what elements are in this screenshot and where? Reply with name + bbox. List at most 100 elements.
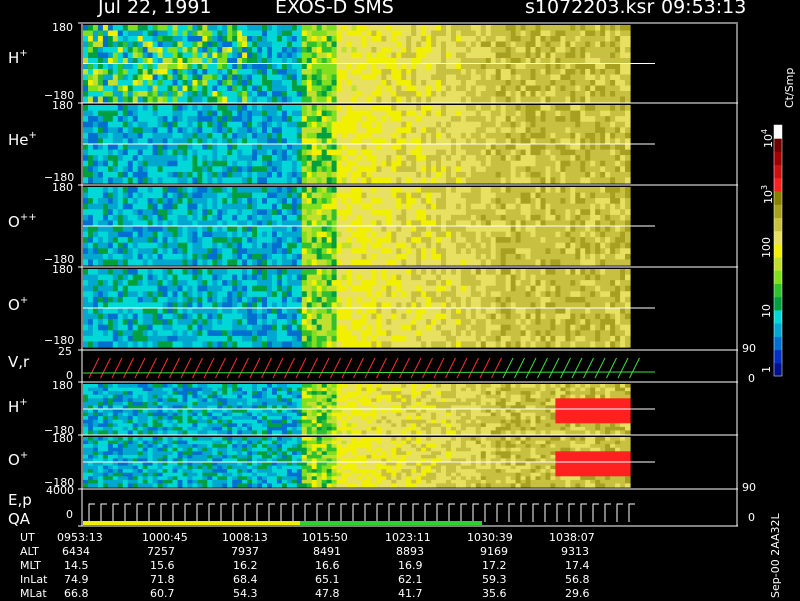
spectrogram-cell xyxy=(406,53,412,59)
spectrogram-cell xyxy=(192,215,198,221)
spectrogram-cell xyxy=(83,150,89,156)
spectrogram-cell xyxy=(391,166,397,172)
spectrogram-cell xyxy=(376,127,382,133)
spectrogram-cell xyxy=(371,177,377,183)
spectrogram-cell xyxy=(123,275,129,281)
spectrogram-cell xyxy=(287,42,293,48)
spectrogram-cell xyxy=(625,161,631,167)
spectrogram-cell xyxy=(426,237,432,243)
spectrogram-cell xyxy=(486,53,492,59)
spectrogram-cell xyxy=(466,204,472,210)
spectrogram-cell xyxy=(555,91,561,97)
spectrogram-cell xyxy=(476,111,482,117)
spectrogram-cell xyxy=(486,150,492,156)
spectrogram-cell xyxy=(168,127,174,133)
spectrogram-cell xyxy=(108,105,114,111)
spectrogram-cell xyxy=(307,36,313,42)
spectrogram-cell xyxy=(565,64,571,70)
spectrogram-cell xyxy=(570,64,576,70)
spectrogram-cell xyxy=(347,69,353,75)
spectrogram-cell xyxy=(580,31,586,37)
spectrogram-cell xyxy=(202,31,208,37)
spectrogram-cell xyxy=(550,259,556,265)
spectrogram-cell xyxy=(183,42,189,48)
spectrogram-cell xyxy=(88,155,94,161)
spectrogram-cell xyxy=(625,86,631,92)
spectrogram-cell xyxy=(471,122,477,128)
spectrogram-cell xyxy=(232,155,238,161)
spectrogram-cell xyxy=(173,254,179,260)
spectrogram-cell xyxy=(486,259,492,265)
spectrogram-cell xyxy=(173,53,179,59)
spectrogram-cell xyxy=(352,144,358,150)
spectrogram-cell xyxy=(148,64,154,70)
spectrogram-cell xyxy=(187,47,193,53)
spectrogram-cell xyxy=(103,42,109,48)
spectrogram-cell xyxy=(555,75,561,81)
spectrogram-cell xyxy=(297,25,303,31)
spectrogram-cell xyxy=(625,36,631,42)
spectrogram-cell xyxy=(526,161,532,167)
spectrogram-cell xyxy=(93,259,99,265)
spectrogram-cell xyxy=(322,237,328,243)
spectrogram-cell xyxy=(173,155,179,161)
spectrogram-cell xyxy=(376,86,382,92)
spectrogram-cell xyxy=(183,259,189,265)
spectrogram-cell xyxy=(511,127,517,133)
spectrogram-cell xyxy=(416,150,422,156)
spectrogram-cell xyxy=(371,172,377,178)
spectrogram-cell xyxy=(550,198,556,204)
spectrogram-cell xyxy=(625,237,631,243)
spectrogram-cell xyxy=(202,155,208,161)
spectrogram-cell xyxy=(227,122,233,128)
spectrogram-cell xyxy=(178,116,184,122)
spectrogram-cell xyxy=(192,80,198,86)
spectrogram-cell xyxy=(297,155,303,161)
spectrogram-cell xyxy=(506,122,512,128)
spectrogram-cell xyxy=(292,53,298,59)
spectrogram-cell xyxy=(446,166,452,172)
spectrogram-cell xyxy=(173,291,179,297)
spectrogram-cell xyxy=(565,215,571,221)
spectrogram-cell xyxy=(292,133,298,139)
spectrogram-cell xyxy=(302,248,308,254)
spectrogram-cell xyxy=(580,47,586,53)
spectrogram-cell xyxy=(98,330,104,336)
spectrogram-cell xyxy=(381,248,387,254)
spectrogram-cell xyxy=(103,330,109,336)
spectrogram-cell xyxy=(451,69,457,75)
spectrogram-cell xyxy=(431,31,437,37)
spectrogram-cell xyxy=(366,259,372,265)
spectrogram-cell xyxy=(580,64,586,70)
spectrogram-cell xyxy=(148,198,154,204)
spectrogram-cell xyxy=(332,97,338,103)
spectrogram-cell xyxy=(183,330,189,336)
spectrogram-cell xyxy=(381,187,387,193)
spectrogram-cell xyxy=(575,172,581,178)
spectrogram-cell xyxy=(322,47,328,53)
spectrogram-cell xyxy=(431,36,437,42)
spectrogram-cell xyxy=(222,47,228,53)
spectrogram-cell xyxy=(371,42,377,48)
spectrogram-cell xyxy=(625,198,631,204)
spectrogram-cell xyxy=(168,248,174,254)
spectrogram-cell xyxy=(272,237,278,243)
spectrogram-cell xyxy=(277,75,283,81)
spectrogram-cell xyxy=(103,116,109,122)
spectrogram-cell xyxy=(600,105,606,111)
spectrogram-cell xyxy=(158,42,164,48)
spectrogram-cell xyxy=(282,172,288,178)
spectrogram-cell xyxy=(133,25,139,31)
spectrogram-cell xyxy=(143,297,149,303)
spectrogram-cell xyxy=(491,209,497,215)
spectrogram-cell xyxy=(327,122,333,128)
spectrogram-cell xyxy=(431,232,437,238)
spectrogram-cell xyxy=(516,31,522,37)
spectrogram-cell xyxy=(158,75,164,81)
spectrogram-cell xyxy=(272,232,278,238)
spectrogram-cell xyxy=(555,209,561,215)
spectrogram-cell xyxy=(292,116,298,122)
spectrogram-cell xyxy=(272,144,278,150)
spectrogram-cell xyxy=(416,127,422,133)
spectrogram-cell xyxy=(242,209,248,215)
